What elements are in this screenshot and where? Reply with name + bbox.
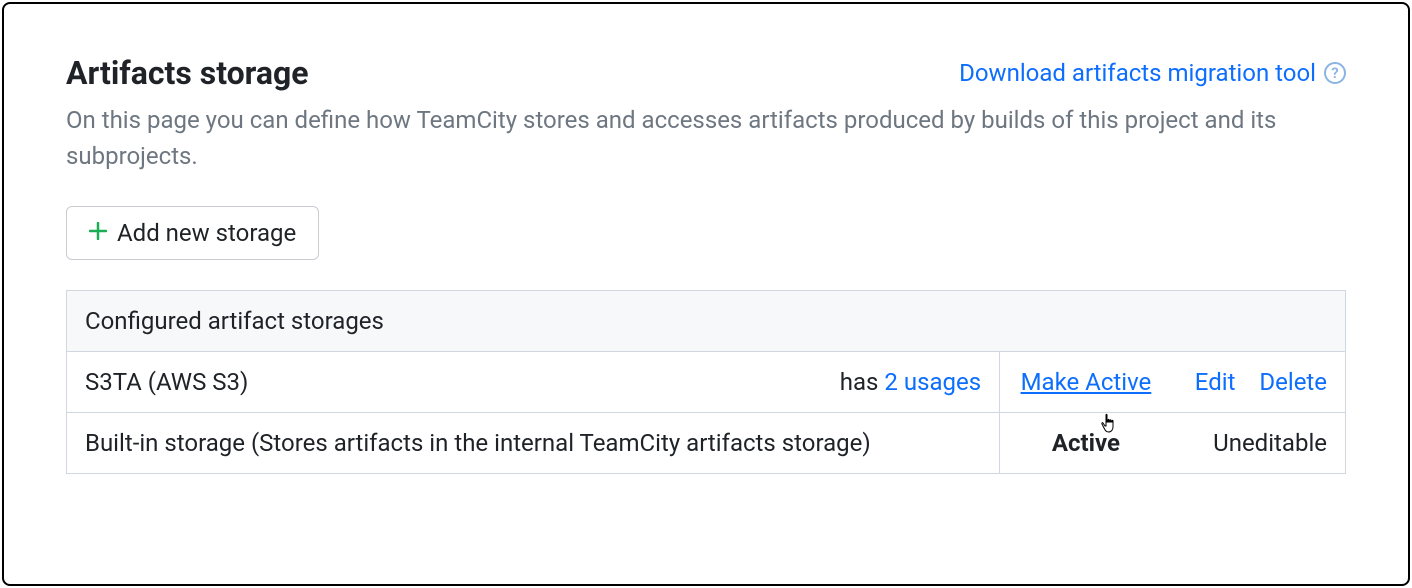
download-link-wrap: Download artifacts migration tool ? [959,59,1346,87]
add-new-storage-button[interactable]: Add new storage [66,206,319,260]
plus-icon [89,222,107,245]
usages-link[interactable]: 2 usages [884,368,981,396]
page-title: Artifacts storage [66,54,309,92]
actions-cell: Uneditable [1172,413,1346,474]
download-migration-tool-link[interactable]: Download artifacts migration tool [959,59,1316,87]
usages-cell: has 2 usages [817,352,1000,413]
actions-cell: Edit Delete [1172,352,1346,413]
usages-prefix: has [840,368,885,396]
active-label: Active [1052,429,1120,457]
header-row: Artifacts storage Download artifacts mig… [66,54,1346,92]
table-header: Configured artifact storages [67,291,1346,352]
uneditable-label: Uneditable [1213,429,1327,457]
delete-link[interactable]: Delete [1259,368,1327,396]
page-description: On this page you can define how TeamCity… [66,102,1326,174]
table-row: S3TA (AWS S3) has 2 usages Make Active E… [67,352,1346,413]
status-cell: Make Active [1000,352,1172,413]
status-cell: Active [1000,413,1172,474]
storage-table: Configured artifact storages S3TA (AWS S… [66,290,1346,474]
make-active-link[interactable]: Make Active [1021,368,1152,396]
help-icon[interactable]: ? [1324,62,1346,84]
add-new-storage-label: Add new storage [117,219,296,247]
storage-name: S3TA (AWS S3) [67,352,817,413]
edit-link[interactable]: Edit [1195,368,1236,396]
table-row: Built-in storage (Stores artifacts in th… [67,413,1346,474]
storage-name: Built-in storage (Stores artifacts in th… [67,413,1000,474]
page-frame: Artifacts storage Download artifacts mig… [2,2,1410,586]
